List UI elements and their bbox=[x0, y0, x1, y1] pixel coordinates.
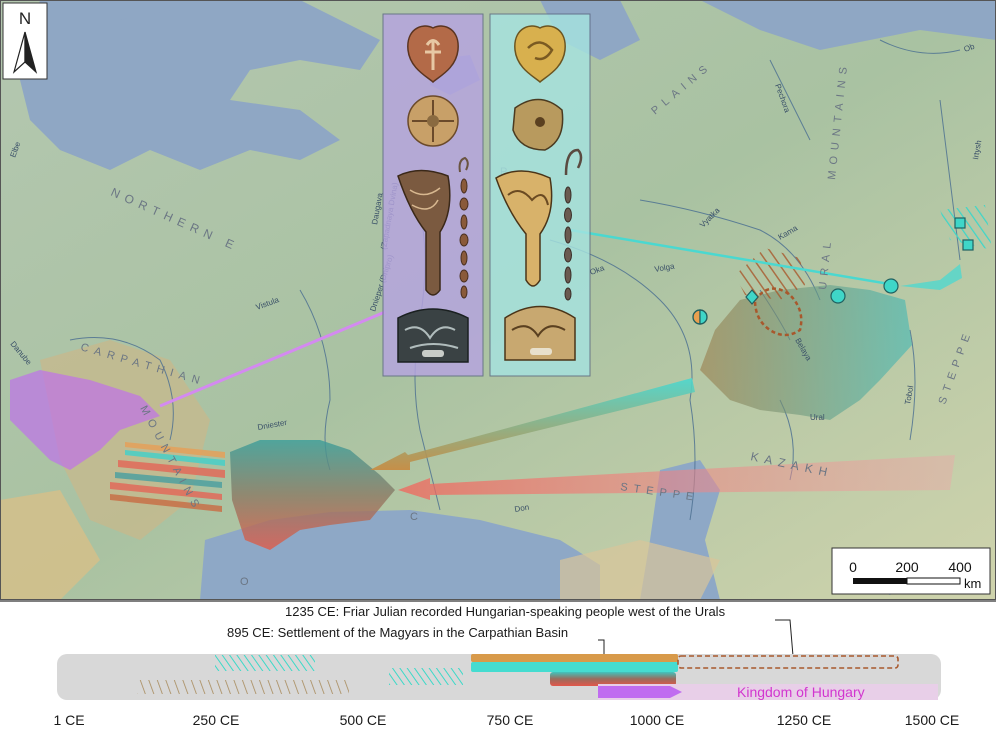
pontic-band bbox=[550, 672, 676, 686]
annotation-1235-ce: 1235 CE: Friar Julian recorded Hungarian… bbox=[285, 604, 726, 619]
tick-1-ce: 1 CE bbox=[53, 712, 84, 728]
scale-tick-0: 0 bbox=[849, 559, 857, 575]
label-o: O bbox=[240, 576, 255, 588]
artefact-panel-cyan bbox=[489, 13, 591, 377]
cyan-hatch-early bbox=[215, 655, 315, 671]
tick-250-ce: 250 CE bbox=[193, 712, 240, 728]
tick-1000-ce: 1000 CE bbox=[630, 712, 684, 728]
orange-band bbox=[471, 654, 678, 662]
north-arrow-label: N bbox=[19, 9, 31, 28]
scale-tick-200: 200 bbox=[895, 559, 919, 575]
cyan-hatch-mid bbox=[389, 668, 463, 685]
tick-500-ce: 500 CE bbox=[340, 712, 387, 728]
scale-bar: 0 200 400 km bbox=[831, 547, 991, 595]
annotation-895-ce: 895 CE: Settlement of the Magyars in the… bbox=[227, 625, 568, 640]
label-c: C bbox=[410, 511, 424, 523]
river-ural: Ural bbox=[810, 413, 825, 422]
scale-unit: km bbox=[964, 576, 981, 591]
kingdom-of-hungary-label: Kingdom of Hungary bbox=[737, 684, 865, 700]
brown-hatch-early bbox=[137, 680, 349, 694]
tick-1250-ce: 1250 CE bbox=[777, 712, 831, 728]
map-canvas: NORTHERN E CARPATHIAN MOUNTAINS URAL MOU… bbox=[0, 0, 996, 600]
scale-tick-400: 400 bbox=[948, 559, 972, 575]
timeline-panel: 1235 CE: Friar Julian recorded Hungarian… bbox=[0, 600, 996, 732]
tick-750-ce: 750 CE bbox=[487, 712, 534, 728]
tick-1500-ce: 1500 CE bbox=[905, 712, 959, 728]
artefact-panel-violet bbox=[382, 13, 484, 377]
kingdom-arrow bbox=[598, 686, 682, 698]
cyan-band bbox=[471, 662, 678, 672]
north-arrow: N bbox=[2, 2, 48, 80]
